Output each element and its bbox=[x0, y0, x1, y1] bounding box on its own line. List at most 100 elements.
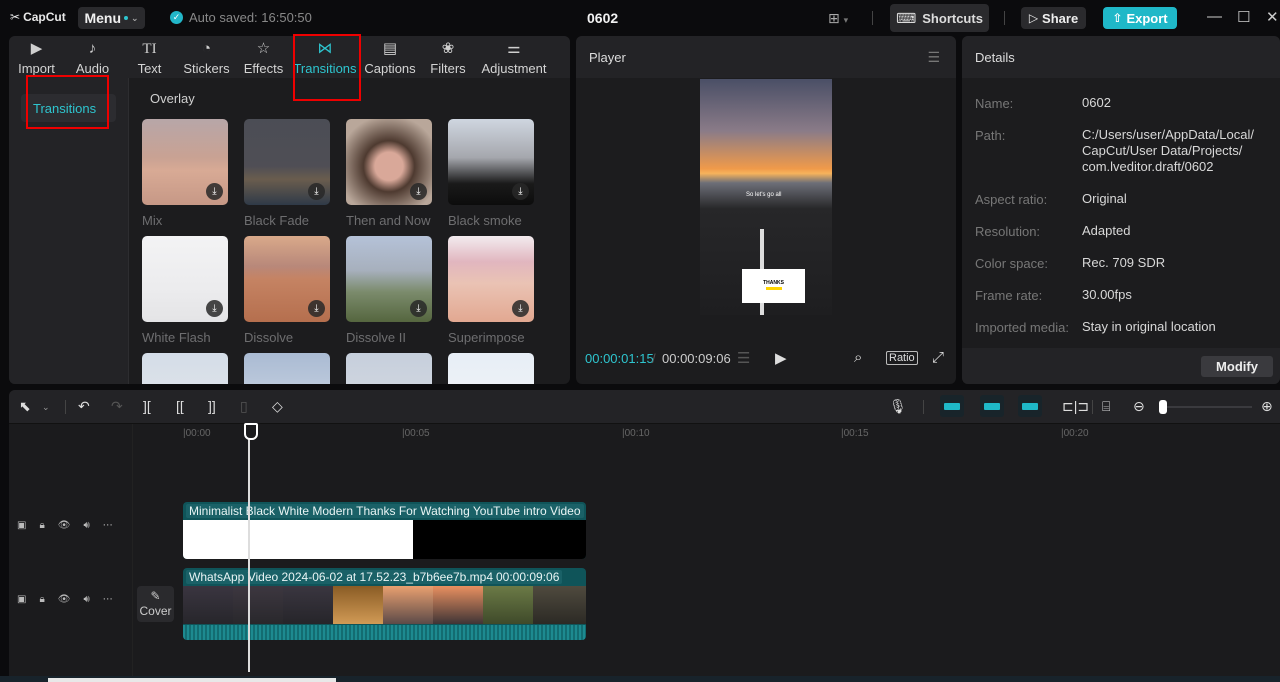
main-track-magnet-button[interactable] bbox=[940, 395, 964, 417]
tab-text[interactable]: TI Text bbox=[121, 36, 178, 78]
close-button[interactable]: ✕ bbox=[1266, 8, 1279, 26]
volume-icon[interactable]: 🔊︎ bbox=[83, 594, 89, 605]
transition-card[interactable]: ⤓ Then and Now bbox=[346, 119, 432, 228]
share-button[interactable]: ▷ Share bbox=[1021, 7, 1086, 29]
tab-stickers[interactable]: ◔ Stickers bbox=[178, 36, 235, 78]
microphone-icon[interactable]: 🎙 bbox=[889, 398, 907, 415]
clip-thumbnails bbox=[183, 520, 586, 559]
transition-card[interactable]: ⤓ White Flash bbox=[142, 236, 228, 345]
eye-icon[interactable]: 👁︎ bbox=[58, 520, 71, 531]
download-icon[interactable]: ⤓ bbox=[206, 183, 223, 200]
transition-card[interactable]: ⤓ Black smoke bbox=[448, 119, 534, 228]
transition-thumbnail: ⤓ bbox=[448, 119, 534, 205]
eye-icon[interactable]: 👁︎ bbox=[58, 594, 71, 605]
horizontal-scrollbar[interactable] bbox=[0, 676, 1280, 682]
video-overlay-card: THANKS bbox=[742, 269, 805, 303]
auto-snap-button[interactable] bbox=[980, 395, 1004, 417]
minimize-button[interactable]: — bbox=[1207, 8, 1222, 25]
autosave-text: Auto saved: 16:50:50 bbox=[189, 10, 312, 25]
more-icon[interactable]: ⋯ bbox=[103, 594, 113, 605]
tab-adjustment[interactable]: ⚌ Adjustment bbox=[474, 36, 554, 78]
transition-card[interactable] bbox=[142, 353, 228, 384]
cover-button[interactable]: ✎ Cover bbox=[137, 586, 174, 622]
divider bbox=[1092, 400, 1093, 414]
menu-label: Menu bbox=[84, 10, 121, 26]
total-time: 00:00:09:06 bbox=[662, 351, 731, 366]
tab-audio[interactable]: ♪ Audio bbox=[64, 36, 121, 78]
download-icon[interactable]: ⤓ bbox=[410, 300, 427, 317]
download-icon[interactable]: ⤓ bbox=[206, 300, 223, 317]
layout-button[interactable]: ⊞ ▾ bbox=[828, 10, 848, 27]
marker-icon[interactable]: ◇ bbox=[272, 398, 283, 415]
timeline-ruler[interactable]: |00:00 |00:05 |00:10 |00:15 |00:20 bbox=[133, 426, 1280, 442]
video-preview[interactable]: So let's go all THANKS bbox=[700, 79, 832, 315]
tab-filters[interactable]: ❀ Filters bbox=[422, 36, 474, 78]
select-tool-icon[interactable]: ⬉ bbox=[19, 398, 31, 415]
transition-card[interactable]: ⤓ Dissolve bbox=[244, 236, 330, 345]
transition-card[interactable]: ⤓ Mix bbox=[142, 119, 228, 228]
menu-icon[interactable]: ☰ bbox=[927, 49, 940, 66]
tab-import[interactable]: ▶ Import bbox=[9, 36, 64, 78]
video-frame bbox=[233, 586, 283, 624]
delete-left-icon[interactable]: [[ bbox=[176, 398, 184, 414]
menu-button[interactable]: Menu ⌄ bbox=[78, 7, 145, 29]
transition-card[interactable] bbox=[244, 353, 330, 384]
modify-button[interactable]: Modify bbox=[1201, 356, 1273, 377]
zoom-out-icon[interactable]: ⊖ bbox=[1133, 398, 1145, 415]
zoom-in-icon[interactable]: ⊕ bbox=[1261, 398, 1273, 415]
overlay-clip[interactable]: Minimalist Black White Modern Thanks For… bbox=[183, 502, 586, 559]
player-panel: Player ☰ So let's go all THANKS 00:00:01… bbox=[576, 36, 956, 384]
download-icon[interactable]: ⤓ bbox=[512, 183, 529, 200]
download-icon[interactable]: ⤓ bbox=[308, 183, 325, 200]
scrollbar-thumb[interactable] bbox=[48, 678, 336, 682]
capcut-logo-icon: ✂ bbox=[10, 10, 21, 24]
tab-transitions[interactable]: ⋈ Transitions bbox=[292, 36, 358, 78]
playhead[interactable] bbox=[244, 423, 258, 672]
project-title: 0602 bbox=[587, 10, 619, 26]
play-button[interactable]: ▶ bbox=[775, 349, 787, 367]
export-button[interactable]: ⇧ Export bbox=[1103, 7, 1177, 29]
effects-icon: ☆ bbox=[256, 40, 271, 57]
fullscreen-icon[interactable]: ⤢ bbox=[932, 349, 944, 366]
transition-card[interactable]: ⤓ Dissolve II bbox=[346, 236, 432, 345]
undo-icon[interactable]: ↶ bbox=[78, 398, 90, 415]
lock-icon[interactable]: 🔒︎ bbox=[39, 520, 44, 531]
slider-knob[interactable] bbox=[1159, 400, 1167, 414]
volume-icon[interactable]: 🔊︎ bbox=[83, 520, 89, 531]
main-video-clip[interactable]: WhatsApp Video 2024-06-02 at 17.52.23_b7… bbox=[183, 568, 586, 640]
preview-axis-icon[interactable]: ⊏|⊐ bbox=[1062, 398, 1089, 415]
tab-label: Text bbox=[137, 61, 162, 76]
transition-thumbnail: ⤓ bbox=[142, 236, 228, 322]
tab-label: Effects bbox=[243, 61, 284, 76]
detail-value: Original bbox=[1082, 191, 1127, 206]
zoom-fit-icon[interactable]: ⌸ bbox=[1102, 398, 1110, 415]
transition-label: Mix bbox=[142, 213, 163, 228]
download-icon[interactable]: ⤓ bbox=[308, 300, 325, 317]
more-icon[interactable]: ⋯ bbox=[103, 520, 113, 531]
ratio-button[interactable]: Ratio bbox=[886, 351, 918, 365]
transition-thumbnail bbox=[142, 353, 228, 384]
delete-right-icon[interactable]: ]] bbox=[208, 398, 216, 414]
split-icon[interactable]: ][ bbox=[143, 398, 151, 414]
timeline-zoom-slider[interactable] bbox=[1159, 400, 1252, 414]
download-icon[interactable]: ⤓ bbox=[410, 183, 427, 200]
transition-card[interactable]: ⤓ Superimpose bbox=[448, 236, 534, 345]
tab-effects[interactable]: ☆ Effects bbox=[235, 36, 292, 78]
maximize-button[interactable]: ☐ bbox=[1237, 8, 1250, 26]
chevron-down-icon[interactable]: ⌄ bbox=[42, 402, 50, 413]
transition-card[interactable] bbox=[346, 353, 432, 384]
video-frame bbox=[483, 586, 533, 624]
transition-card[interactable] bbox=[448, 353, 534, 384]
linkage-button[interactable] bbox=[1018, 395, 1042, 417]
detail-label: Color space: bbox=[975, 256, 1048, 271]
download-icon[interactable]: ⤓ bbox=[512, 300, 529, 317]
transition-card[interactable]: ⤓ Black Fade bbox=[244, 119, 330, 228]
detail-value: C:/Users/user/AppData/Local/ CapCut/User… bbox=[1082, 127, 1254, 174]
shortcuts-button[interactable]: ⌨ Shortcuts bbox=[890, 4, 989, 32]
zoom-preview-icon[interactable]: ⌕ bbox=[854, 349, 862, 366]
tab-captions[interactable]: ▤ Captions bbox=[358, 36, 422, 78]
sidebar-item-transitions[interactable]: Transitions bbox=[21, 94, 116, 122]
divider bbox=[923, 400, 924, 414]
lock-icon[interactable]: 🔒︎ bbox=[39, 594, 44, 605]
ruler-label: |00:15 bbox=[841, 428, 869, 439]
